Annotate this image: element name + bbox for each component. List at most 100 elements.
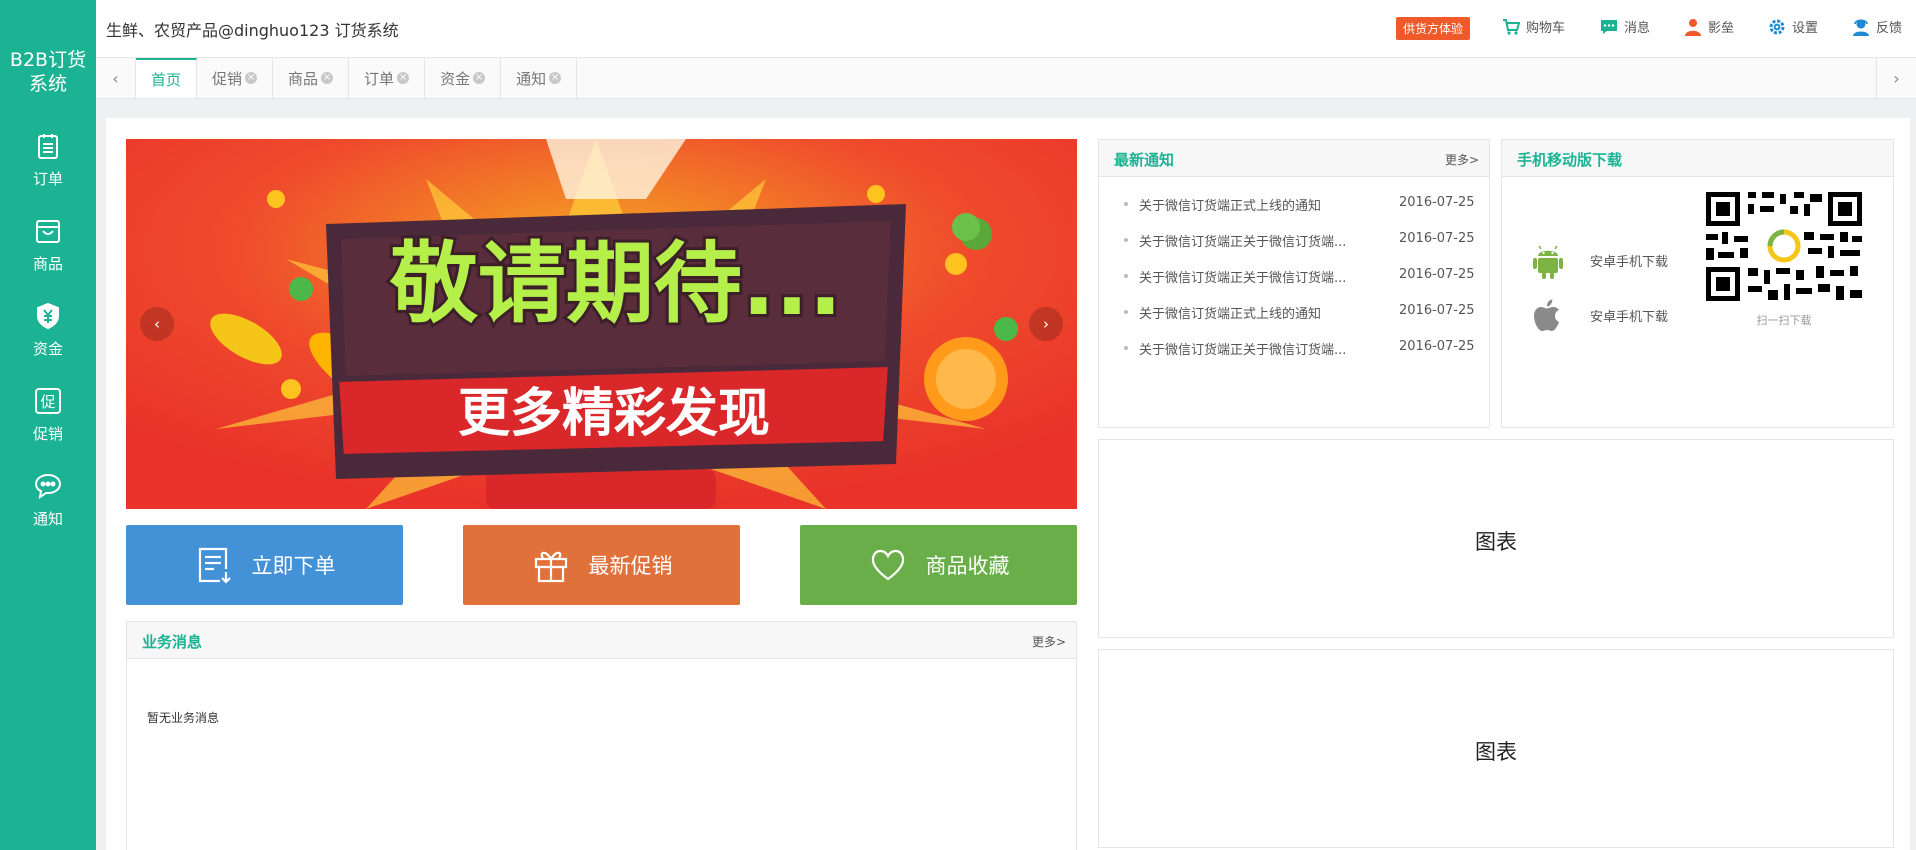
settings-label: 设置	[1792, 21, 1819, 36]
sidebar-item-label: 商品	[32, 255, 63, 273]
tab-scroll-right-button[interactable]: ›	[1876, 58, 1916, 98]
tab-label: 订单	[364, 69, 395, 88]
sidebar: B2B订货 系统 订单 商品 资金 促 促销 通知	[0, 0, 96, 850]
brand-logo[interactable]: B2B订货 系统	[0, 0, 96, 110]
bullet-icon	[1124, 274, 1128, 278]
notice-title: 关于微信订货端正关于微信订货端...	[1139, 343, 1347, 358]
ios-download-link[interactable]: 安卓手机下载	[1528, 295, 1668, 335]
cart-button[interactable]: 购物车	[1502, 17, 1565, 36]
svg-text:促: 促	[40, 393, 55, 411]
sidebar-item-notices[interactable]: 通知	[0, 450, 96, 535]
chat-bubble-icon	[34, 473, 62, 500]
list-item[interactable]: 关于微信订货端正关于微信订货端... 2016-07-25	[1099, 339, 1489, 375]
empty-message: 暂无业务消息	[147, 711, 220, 725]
banner-headline: 敬请期待...	[389, 232, 842, 335]
notice-date: 2016-07-25	[1399, 195, 1475, 210]
panel-title: 业务消息	[142, 633, 203, 651]
shopping-bag-icon	[36, 220, 60, 243]
panel-header: 最新通知 更多>	[1099, 140, 1489, 177]
sidebar-item-products[interactable]: 商品	[0, 195, 96, 280]
quick-action-label: 最新促销	[588, 554, 673, 578]
chart-placeholder-label: 图表	[1475, 530, 1517, 554]
notice-list: 关于微信订货端正式上线的通知 2016-07-25 关于微信订货端正关于微信订货…	[1099, 177, 1489, 375]
feedback-label: 反馈	[1876, 21, 1903, 36]
chevron-left-icon: ‹	[112, 68, 119, 88]
tab-label: 首页	[151, 70, 182, 89]
settings-button[interactable]: 设置	[1768, 17, 1818, 36]
gear-icon	[1769, 19, 1785, 34]
android-download-label: 安卓手机下载	[1590, 254, 1669, 270]
tab-label: 资金	[440, 69, 471, 88]
sidebar-item-label: 资金	[32, 340, 63, 358]
ios-download-label: 安卓手机下载	[1590, 309, 1669, 325]
tab-home[interactable]: 首页	[136, 58, 198, 98]
notice-title: 关于微信订货端正关于微信订货端...	[1139, 235, 1347, 250]
tab-notices[interactable]: 通知 ×	[501, 58, 578, 98]
notice-title: 关于微信订货端正关于微信订货端...	[1139, 271, 1347, 286]
mobile-download-panel: 手机移动版下载 安卓手机下载 安卓手机下载 扫一扫下载	[1501, 139, 1894, 428]
list-item[interactable]: 关于微信订货端正式上线的通知 2016-07-25	[1099, 303, 1489, 339]
tab-bar: ‹ 首页 促销 × 商品 × 订单 × 资金 × 通知 × ›	[96, 57, 1916, 99]
banner-image: 敬请期待... 更多精彩发现	[126, 139, 1077, 509]
close-icon[interactable]: ×	[397, 72, 410, 84]
tab-promotions[interactable]: 促销 ×	[197, 58, 274, 98]
favorites-button[interactable]: 商品收藏	[800, 525, 1077, 605]
cart-label: 购物车	[1526, 21, 1566, 36]
tab-label: 通知	[516, 69, 547, 88]
chart-panel-1: 图表	[1098, 439, 1894, 638]
messages-button[interactable]: 消息	[1600, 17, 1650, 36]
supplier-experience-badge[interactable]: 供货方体验	[1396, 17, 1471, 40]
more-link[interactable]: 更多>	[1032, 633, 1066, 650]
bullet-icon	[1124, 202, 1128, 206]
page-title: 生鲜、农贸产品@dinghuo123 订货系统	[106, 21, 399, 40]
sidebar-item-label: 促销	[32, 425, 63, 443]
close-icon[interactable]: ×	[245, 72, 258, 84]
tab-scroll-left-button[interactable]: ‹	[96, 58, 136, 98]
list-item[interactable]: 关于微信订货端正关于微信订货端... 2016-07-25	[1099, 231, 1489, 267]
tab-list: 首页 促销 × 商品 × 订单 × 资金 × 通知 ×	[136, 58, 578, 98]
latest-promotions-button[interactable]: 最新促销	[463, 525, 740, 605]
notice-date: 2016-07-25	[1399, 231, 1475, 246]
list-item[interactable]: 关于微信订货端正关于微信订货端... 2016-07-25	[1099, 267, 1489, 303]
sidebar-item-orders[interactable]: 订单	[0, 110, 96, 195]
notice-date: 2016-07-25	[1399, 303, 1475, 318]
notice-title: 关于微信订货端正式上线的通知	[1139, 307, 1322, 322]
list-item[interactable]: 关于微信订货端正式上线的通知 2016-07-25	[1099, 195, 1489, 231]
bullet-icon	[1124, 238, 1128, 242]
quick-action-label: 商品收藏	[925, 554, 1010, 578]
sidebar-item-funds[interactable]: 资金	[0, 280, 96, 365]
close-icon[interactable]: ×	[473, 72, 486, 84]
brand-line-2: 系统	[28, 73, 67, 95]
sidebar-item-label: 通知	[32, 510, 63, 528]
order-list-icon	[198, 547, 231, 584]
close-icon[interactable]: ×	[549, 72, 562, 84]
gift-icon	[534, 551, 567, 583]
tab-orders[interactable]: 订单 ×	[349, 58, 426, 98]
feedback-button[interactable]: 反馈	[1852, 17, 1902, 36]
latest-notices-panel: 最新通知 更多> 关于微信订货端正式上线的通知 2016-07-25 关于微信订…	[1098, 139, 1490, 428]
android-icon	[1533, 245, 1563, 279]
messages-label: 消息	[1624, 21, 1651, 36]
tab-funds[interactable]: 资金 ×	[425, 58, 502, 98]
user-menu[interactable]: 影垒	[1684, 17, 1734, 36]
heart-icon	[871, 549, 904, 581]
qr-caption: 扫一扫下载	[1756, 314, 1812, 327]
chevron-left-icon: ‹	[154, 315, 160, 333]
banner-next-button[interactable]: ›	[1029, 307, 1063, 341]
promo-banner[interactable]: 敬请期待... 更多精彩发现 ‹ ›	[126, 139, 1077, 509]
more-link[interactable]: 更多>	[1445, 151, 1479, 168]
panel-title: 最新通知	[1114, 151, 1175, 169]
chevron-right-icon: ›	[1043, 315, 1049, 333]
place-order-button[interactable]: 立即下单	[126, 525, 403, 605]
chart-panel-2: 图表	[1098, 649, 1894, 848]
android-download-link[interactable]: 安卓手机下载	[1528, 240, 1668, 280]
business-messages-panel: 业务消息 更多> 暂无业务消息	[126, 621, 1077, 850]
yuan-shield-icon	[37, 302, 59, 330]
apple-icon	[1534, 299, 1559, 331]
close-icon[interactable]: ×	[321, 72, 334, 84]
tab-products[interactable]: 商品 ×	[273, 58, 350, 98]
banner-prev-button[interactable]: ‹	[140, 307, 174, 341]
clipboard-icon	[38, 134, 58, 159]
support-agent-icon	[1853, 19, 1869, 36]
sidebar-item-promotions[interactable]: 促 促销	[0, 365, 96, 450]
